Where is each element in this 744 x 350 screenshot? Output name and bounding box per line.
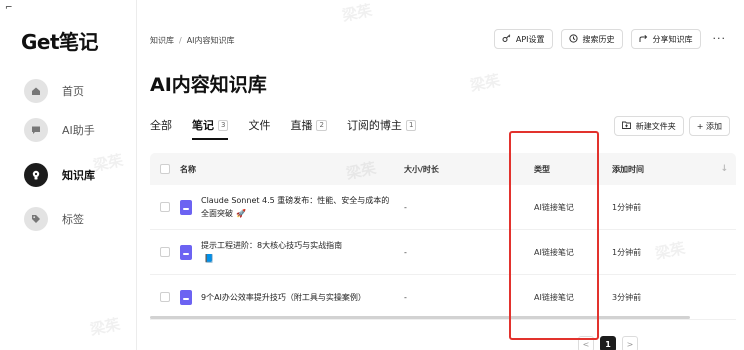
column-header-size[interactable]: 大小/时长: [404, 164, 534, 175]
select-all-checkbox[interactable]: [160, 164, 170, 174]
next-page-button[interactable]: >: [622, 336, 638, 350]
tab-files[interactable]: 文件: [248, 117, 270, 137]
more-options-button[interactable]: ···: [709, 29, 731, 49]
column-header-name[interactable]: 名称: [180, 164, 404, 175]
sidebar-item-label: 标签: [62, 213, 84, 226]
tab-live[interactable]: 直播 2: [290, 117, 327, 137]
tag-icon: [24, 207, 48, 231]
row-type: AI链接笔记: [534, 247, 574, 257]
horizontal-scrollbar[interactable]: [150, 316, 690, 319]
sidebar-item-label: 知识库: [62, 169, 95, 182]
share-knowledge-base-button[interactable]: 分享知识库: [630, 29, 701, 49]
row-type: AI链接笔记: [534, 292, 574, 302]
breadcrumb-root[interactable]: 知识库: [150, 36, 174, 45]
table-header: 名称 大小/时长 类型 添加时间 ↓: [150, 153, 736, 185]
row-time: 1分钟前: [612, 202, 642, 212]
link-note-icon: [180, 244, 192, 260]
row-size: -: [404, 292, 407, 302]
tab-label: 文件: [248, 119, 271, 132]
sidebar-item-label: 首页: [62, 85, 84, 98]
share-icon: [639, 34, 648, 45]
sidebar-item-label: AI助手: [62, 124, 95, 137]
tab-notes[interactable]: 笔记 3: [192, 117, 229, 140]
table-row[interactable]: Claude Sonnet 4.5 重磅发布：性能、安全与成本的全面突破 🚀 - …: [150, 185, 736, 230]
breadcrumb: 知识库 / AI内容知识库: [150, 35, 235, 46]
add-button[interactable]: + 添加: [688, 116, 730, 136]
lightbulb-icon: [24, 163, 48, 187]
breadcrumb-current: AI内容知识库: [186, 36, 235, 45]
tab-subscribed-bloggers[interactable]: 订阅的博主 1: [346, 117, 417, 137]
history-icon: [568, 33, 578, 45]
tab-count-badge: 2: [316, 119, 327, 131]
new-folder-button[interactable]: 新建文件夹: [613, 116, 684, 136]
new-folder-label: 新建文件夹: [635, 121, 676, 131]
app-logo[interactable]: Get笔记: [21, 26, 99, 55]
tab-label: 直播: [290, 119, 313, 132]
tab-actions: 新建文件夹 + 添加: [613, 116, 730, 136]
row-checkbox[interactable]: [160, 247, 170, 257]
header-actions: API设置 搜索历史 分享知识库 ···: [493, 29, 731, 49]
main-content: 知识库 / AI内容知识库 API设置 搜索历史 分享知识库 ··· AI内容知识库…: [150, 0, 744, 350]
row-time: 3分钟前: [612, 292, 642, 302]
sidebar-item-tags[interactable]: 标签: [24, 207, 84, 231]
corner-mark: ⌐: [5, 3, 13, 13]
page-number-button[interactable]: 1: [600, 336, 616, 350]
tab-all[interactable]: 全部: [150, 117, 172, 137]
row-title[interactable]: 提示工程进阶：8大核心技巧与实战指南 📘: [201, 239, 342, 265]
page-title: AI内容知识库: [150, 74, 267, 96]
key-icon: [502, 33, 511, 45]
search-history-label: 搜索历史: [582, 34, 615, 44]
column-header-time[interactable]: 添加时间: [612, 164, 644, 175]
sort-arrow-icon[interactable]: ↓: [720, 164, 728, 175]
sidebar-item-knowledge-base[interactable]: 知识库: [24, 163, 95, 187]
share-knowledge-base-label: 分享知识库: [652, 34, 693, 44]
search-history-button[interactable]: 搜索历史: [560, 29, 623, 49]
link-note-icon: [180, 289, 192, 305]
home-icon: [24, 79, 48, 103]
table-row[interactable]: 9个AI办公效率提升技巧（附工具与实操案例） - AI链接笔记 3分钟前: [150, 275, 736, 320]
tab-count-badge: 1: [405, 119, 417, 131]
tab-label: 订阅的博主: [346, 119, 402, 132]
chat-icon: [24, 118, 48, 142]
breadcrumb-separator: /: [179, 36, 182, 45]
row-size: -: [404, 247, 407, 257]
add-label: + 添加: [696, 121, 722, 131]
row-checkbox[interactable]: [160, 202, 170, 212]
row-checkbox[interactable]: [160, 292, 170, 302]
sidebar-item-home[interactable]: 首页: [24, 79, 84, 103]
tab-count-badge: 3: [218, 119, 229, 131]
row-type: AI链接笔记: [534, 202, 574, 212]
row-size: -: [404, 202, 407, 212]
link-note-icon: [180, 199, 192, 215]
api-settings-button[interactable]: API设置: [493, 29, 553, 49]
row-title[interactable]: Claude Sonnet 4.5 重磅发布：性能、安全与成本的全面突破 🚀: [201, 194, 391, 220]
sidebar: ⌐ Get笔记 首页 AI助手 知识库 标签: [0, 0, 137, 350]
api-settings-label: API设置: [515, 34, 545, 44]
column-header-type[interactable]: 类型: [534, 164, 612, 175]
notes-table: 名称 大小/时长 类型 添加时间 ↓ Claude Sonnet 4.5 重磅发布…: [150, 153, 736, 325]
book-icon: 📘: [204, 254, 214, 263]
rocket-icon: 🚀: [236, 209, 246, 218]
folder-plus-icon: [621, 121, 631, 131]
table-row[interactable]: 提示工程进阶：8大核心技巧与实战指南 📘 - AI链接笔记 1分钟前: [150, 230, 736, 275]
prev-page-button[interactable]: <: [578, 336, 594, 350]
content-tabs: 全部 笔记 3 文件 直播 2 订阅的博主 1: [150, 117, 417, 140]
pagination: < 1 >: [578, 336, 638, 350]
sidebar-item-ai-assistant[interactable]: AI助手: [24, 118, 95, 142]
row-title[interactable]: 9个AI办公效率提升技巧（附工具与实操案例）: [201, 291, 366, 304]
tab-label: 全部: [150, 119, 172, 132]
tab-label: 笔记: [192, 119, 214, 132]
row-time: 1分钟前: [612, 247, 642, 257]
